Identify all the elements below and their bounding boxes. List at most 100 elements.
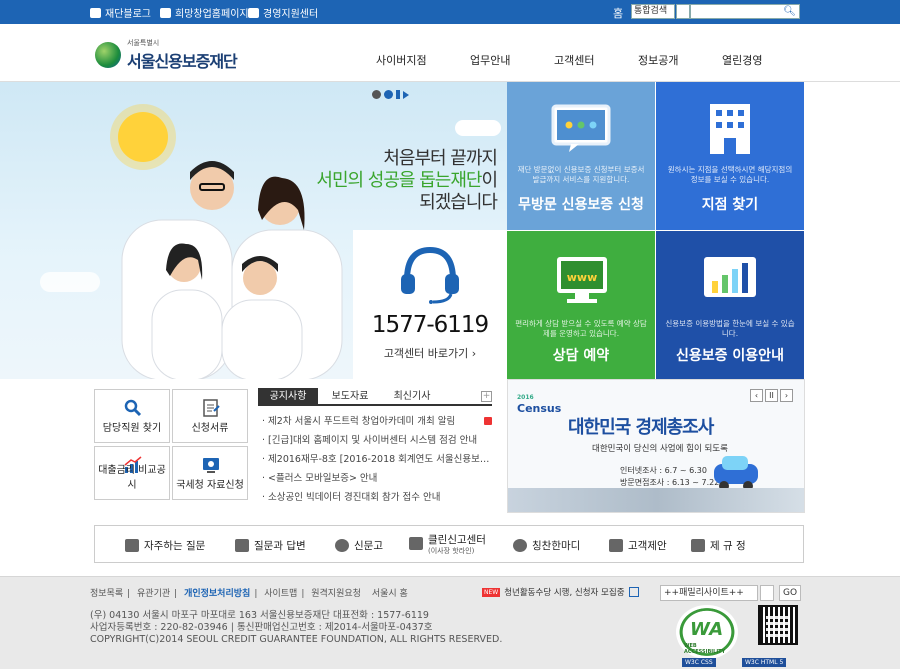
census-promo-banner[interactable]: 2016 Census ‹ II › 대한민국 경제총조사 대한민국이 당신의 사… [507, 379, 805, 513]
quick-label: 대출금리 비교공시 [98, 465, 166, 491]
banner-title: 대한민국 경제총조사 [568, 417, 714, 438]
nav-customer-center[interactable]: 고객센터 [554, 52, 594, 68]
speech-bubble-icon [513, 539, 527, 552]
topbar-link-support-center[interactable]: 경영지원센터 [248, 5, 318, 20]
footer-link-seoul-home[interactable]: 서울시 홈 [368, 589, 412, 599]
tab-notice[interactable]: 공지사항 [258, 388, 318, 406]
svc-sinmungo[interactable]: 신문고 [335, 538, 383, 553]
pause-icon[interactable] [396, 90, 400, 99]
footer-link-sitemap[interactable]: 사이트맵 [260, 589, 301, 599]
tile-guarantee-guide[interactable]: 신용보증 이용방법을 한눈에 보실 수 있습니다. 신용보증 이용안내 [656, 231, 804, 379]
quick-application-docs[interactable]: 신청서류 [172, 389, 248, 443]
svc-clean-report-center[interactable]: 클린신고센터 (이사장 핫라인) [409, 532, 486, 555]
w3c-html5-badge: W3C HTML 5 [742, 658, 787, 667]
tab-latest-articles[interactable]: 최신기사 [382, 388, 442, 406]
census-logo: 2016 Census [517, 394, 562, 415]
svg-text:www: www [567, 271, 598, 284]
notice-item[interactable]: · 제2차 서울시 푸드트럭 창업아카데미 개최 알림 [262, 412, 494, 431]
notice-item[interactable]: · 소상공인 빅데이터 경진대회 참가 접수 안내 [262, 488, 494, 507]
site-logo[interactable]: 서울특별시 서울신용보증재단 [95, 38, 238, 72]
web-accessibility-mark: WA WEB ACCESSIBILITY [676, 605, 738, 659]
family-site-select[interactable]: ++패밀리사이트++ [660, 585, 758, 601]
svc-qna[interactable]: 질문과 답변 [235, 538, 306, 553]
search-scope-select[interactable]: 통합검색 [631, 4, 675, 19]
quick-nts-data-request[interactable]: 국세청 자료신청 [172, 446, 248, 500]
customer-center-link[interactable]: 고객센터 바로가기 › [353, 345, 507, 361]
mascot-car-illustration [714, 456, 758, 491]
svc-regulations[interactable]: 제 규 정 [691, 538, 746, 553]
tile-title: 무방문 신용보증 신청 [518, 197, 644, 213]
quick-label: 신청서류 [191, 423, 229, 434]
tile-consult-reservation[interactable]: www 편리하게 상담 받으실 수 있도록 예약 상담제를 운영하고 있습니다.… [507, 231, 655, 379]
logo-mark-icon [95, 42, 121, 68]
footer-link-remote-support[interactable]: 원격지원요청 [307, 589, 365, 599]
tile-find-branch[interactable]: 원하시는 지점을 선택하시면 해당지점의 정보를 보실 수 있습니다. 지점 찾… [656, 82, 804, 230]
family-site-go-button[interactable]: GO [779, 585, 801, 601]
screen-icon [203, 458, 219, 473]
home-link[interactable]: 홈 [613, 5, 623, 21]
search-scope-dropdown-button[interactable] [676, 4, 690, 19]
tile-desc: 편리하게 상담 받으실 수 있도록 예약 상담제를 운영하고 있습니다. [515, 319, 647, 338]
chat-monitor-icon [551, 104, 611, 152]
banner-next-button[interactable]: › [780, 389, 793, 402]
footer-link-related[interactable]: 유관기관 [133, 589, 174, 599]
topbar-link-startup[interactable]: 희망창업홈페이지 [160, 5, 249, 20]
topbar-link-blog[interactable]: 재단블로그 [90, 5, 151, 20]
svc-compliment[interactable]: 칭찬한마디 [513, 538, 580, 553]
notice-item[interactable]: · 제2016재무-8호 [2016-2018 회계연도 서울신용보… [262, 450, 494, 469]
hero-slide-controls [372, 90, 409, 99]
banner-internet-survey-date: 인터넷조사 : 6.7 ~ 6.30 [620, 466, 707, 475]
blog-icon [90, 7, 101, 18]
service-links-bar: 자주하는 질문 질문과 답변 신문고 클린신고센터 (이사장 핫라인) 칭찬한마디… [94, 525, 804, 563]
petition-icon [335, 539, 349, 552]
notice-item[interactable]: · <플러스 모바일보증> 안내 [262, 469, 494, 488]
nav-open-management[interactable]: 열린경영 [722, 52, 762, 68]
quick-loan-rate-compare[interactable]: 대출금리 비교공시 [94, 446, 170, 500]
new-badge: NEW [482, 587, 501, 597]
footer-address: (우) 04130 서울시 마포구 마포대로 163 서울신용보증재단 대표전화… [90, 610, 503, 645]
qr-code [758, 605, 798, 645]
hero-slogan-line3: 되겠습니다 [419, 192, 498, 213]
document-icon [203, 399, 220, 417]
nav-business-guide[interactable]: 업무안내 [470, 52, 510, 68]
play-icon[interactable] [403, 90, 409, 99]
notice-item[interactable]: · [긴급]대외 홈페이지 및 사이버센터 시스템 점검 안내 [262, 431, 494, 450]
banner-prev-button[interactable]: ‹ [750, 389, 763, 402]
tile-title: 신용보증 이용안내 [676, 348, 784, 364]
logo-title: 서울신용보증재단 [127, 52, 238, 71]
cloud-illustration [455, 120, 501, 136]
qna-icon [235, 539, 249, 552]
svc-customer-suggestion[interactable]: 고객제안 [609, 538, 667, 553]
footer-links: 정보목록 | 유관기관 | 개인정보처리방침 | 사이트맵 | 원격지원요청 서울시 홈 [90, 586, 412, 599]
tile-desc: 신용보증 이용방법을 한눈에 보실 수 있습니다. [665, 319, 795, 338]
nav-cyber-branch[interactable]: 사이버지점 [376, 52, 427, 68]
search-input[interactable]: 🔍︎ [690, 4, 800, 19]
tile-title: 상담 예약 [552, 348, 610, 364]
nav-information-disclosure[interactable]: 정보공개 [638, 52, 678, 68]
hero-banner: 처음부터 끝까지 서민의 성공을 돕는재단이 되겠습니다 1577-6119 고… [0, 82, 507, 379]
building-icon [710, 104, 750, 154]
quick-find-staff[interactable]: 담당직원 찾기 [94, 389, 170, 443]
phone-number: 1577-6119 [371, 312, 489, 338]
customer-center-box[interactable]: 1577-6119 고객센터 바로가기 › [353, 230, 507, 379]
banner-pause-button[interactable]: II [765, 389, 778, 402]
cloud-illustration [40, 272, 100, 292]
more-news-button[interactable]: + [481, 391, 492, 402]
footer-notice[interactable]: NEW 청년활동수당 시행, 신청자 모집중 [482, 586, 639, 598]
svc-faq[interactable]: 자주하는 질문 [125, 538, 205, 553]
tile-title: 지점 찾기 [701, 197, 759, 213]
footer-link-info-list[interactable]: 정보목록 [90, 589, 127, 599]
search-icon[interactable]: 🔍︎ [783, 6, 796, 17]
slide-dot-active[interactable] [384, 90, 393, 99]
monitor-icon [248, 7, 259, 18]
tab-press-release[interactable]: 보도자료 [320, 388, 380, 406]
banner-visit-survey-date: 방문면접조사 : 6.13 ~ 7.22 [620, 478, 720, 487]
family-site-dropdown-button[interactable] [760, 585, 774, 601]
site-header: 서울특별시 서울신용보증재단 사이버지점 업무안내 고객센터 정보공개 열린경영 [0, 24, 900, 82]
tile-desc: 원하시는 지점을 선택하시면 해당지점의 정보를 보실 수 있습니다. [667, 165, 793, 184]
slide-dot[interactable] [372, 90, 381, 99]
tile-unvisited-guarantee[interactable]: 재단 방문없이 신용보증 신청부터 보증서 발급까지 서비스를 지원합니다. 무… [507, 82, 655, 230]
site-footer: 정보목록 | 유관기관 | 개인정보처리방침 | 사이트맵 | 원격지원요청 서울시 홈… [0, 576, 900, 669]
footer-link-privacy[interactable]: 개인정보처리방침 [180, 589, 254, 599]
faq-icon [125, 539, 139, 552]
